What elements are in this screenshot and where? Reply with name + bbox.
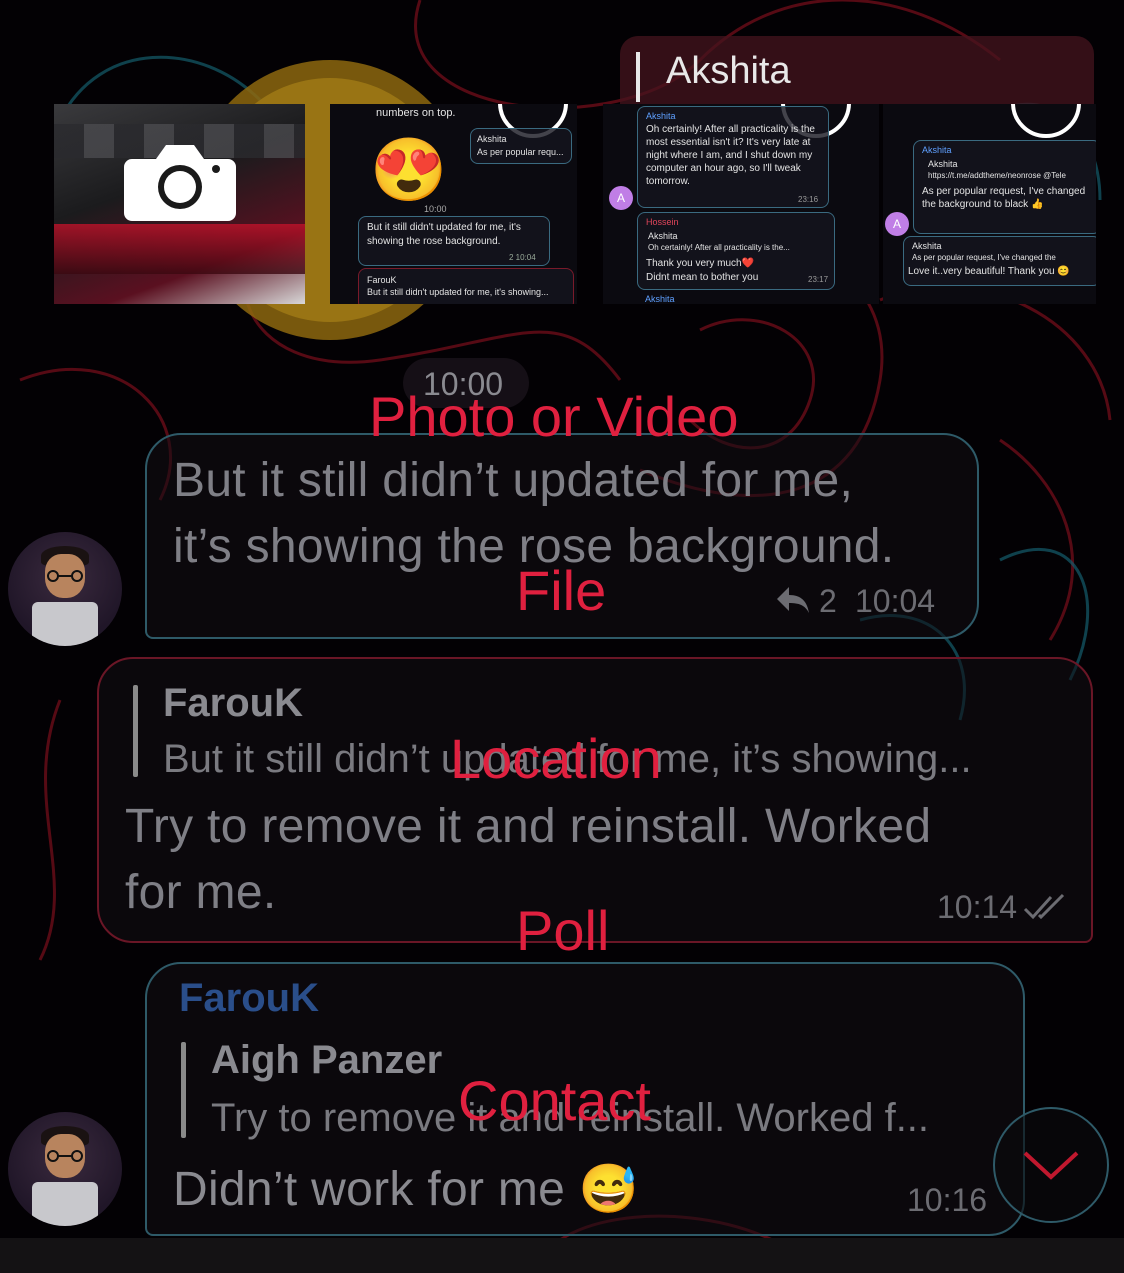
- quote-bar: [133, 685, 138, 777]
- avatar[interactable]: [8, 532, 122, 646]
- reply-count[interactable]: 2: [819, 583, 837, 620]
- quote-name[interactable]: FarouK: [163, 681, 303, 726]
- mini-message-text: But it still didn't updated for me, it's…: [367, 222, 521, 247]
- mini-message-bubble: Akshita Oh certainly! After all practica…: [637, 106, 829, 208]
- mini-time: 10:00: [424, 204, 447, 214]
- gallery-screenshot-tile[interactable]: Akshita Akshita https://t.me/addtheme/ne…: [883, 104, 1096, 304]
- mini-time: 23:16: [798, 195, 819, 204]
- glasses-icon: [47, 570, 83, 582]
- mini-quote-text: As per popular requ...: [477, 147, 564, 157]
- mini-sender: Hossein: [646, 217, 679, 227]
- scroll-to-bottom-button[interactable]: [993, 1107, 1109, 1223]
- heart-eyes-emoji: 😍: [370, 136, 448, 205]
- mini-quote-bubble: Akshita As per popular requ...: [470, 128, 572, 164]
- mini-message-text: As per popular request, I've changed the…: [922, 186, 1086, 210]
- mini-reply-text: But it still didn't updated for me, it's…: [367, 287, 549, 297]
- next-message-edge: [0, 1238, 1124, 1273]
- reply-bar: [636, 52, 640, 102]
- camera-icon[interactable]: [124, 137, 236, 221]
- sender-name[interactable]: FarouK: [179, 976, 319, 1021]
- mini-sender: Akshita: [646, 111, 676, 121]
- mini-sender: Akshita: [645, 294, 675, 304]
- mini-message-bubble: But it still didn't updated for me, it's…: [358, 216, 550, 266]
- mini-message-bubble: Hossein Akshita Oh certainly! After all …: [637, 212, 835, 290]
- reply-preview-header: Akshita: [620, 36, 1094, 104]
- mini-quote-name: Akshita: [477, 134, 507, 144]
- attach-option-location[interactable]: Location: [450, 726, 662, 791]
- mini-meta: 2 10:04: [509, 253, 536, 262]
- attach-option-contact[interactable]: Contact: [458, 1068, 651, 1133]
- attach-option-file[interactable]: File: [516, 558, 606, 623]
- mini-message-text: Thank you very much❤️: [646, 258, 755, 269]
- selection-circle[interactable]: [1011, 104, 1081, 138]
- avatar: A: [885, 212, 909, 236]
- avatar-laptop: [32, 602, 98, 646]
- mini-sender: Akshita: [922, 145, 952, 155]
- mini-text: numbers on top.: [376, 107, 456, 119]
- reply-arrow-icon[interactable]: [775, 585, 811, 615]
- mini-message-text: Oh certainly! After all practicality is …: [646, 124, 815, 187]
- gallery-screenshot-tile[interactable]: numbers on top. Akshita As per popular r…: [330, 104, 577, 304]
- message-text: Didn’t work for me 😅: [173, 1163, 639, 1216]
- mini-message-bubble: Akshita Akshita https://t.me/addtheme/ne…: [913, 140, 1096, 234]
- attach-option-poll[interactable]: Poll: [516, 898, 609, 963]
- message-text: But it still didn’t updated for me,: [173, 454, 854, 507]
- gallery-screenshot-tile[interactable]: Akshita Oh certainly! After all practica…: [603, 104, 879, 304]
- message-time: 10:04: [855, 583, 936, 619]
- quote-name[interactable]: Aigh Panzer: [211, 1038, 442, 1083]
- avatar[interactable]: [8, 1112, 122, 1226]
- mini-reply-bubble: FarouK But it still didn't updated for m…: [358, 268, 574, 304]
- message-time: 10:14: [937, 889, 1018, 925]
- mini-quote-text: https://t.me/addtheme/neonrose @Tele: [928, 171, 1066, 180]
- avatar-laptop: [32, 1182, 98, 1226]
- quote-bar: [181, 1042, 186, 1138]
- mini-time: 23:17: [808, 275, 829, 284]
- mini-quote-text: Oh certainly! After all practicality is …: [648, 243, 790, 252]
- attach-option-photo-video[interactable]: Photo or Video: [369, 384, 738, 449]
- mini-message-text: Didnt mean to bother you: [646, 272, 759, 283]
- mini-message-bubble: Akshita As per popular request, I've cha…: [903, 236, 1096, 286]
- message-time: 10:16: [907, 1182, 988, 1218]
- keyboard-glow: [54, 224, 305, 274]
- reply-name: Akshita: [666, 50, 791, 92]
- glasses-icon: [47, 1150, 83, 1162]
- mini-message-text: Love it..very beautiful! Thank you 😊: [908, 266, 1070, 277]
- message-text: for me.: [125, 866, 277, 919]
- chevron-down-icon: [1023, 1151, 1079, 1180]
- message-text: Try to remove it and reinstall. Worked: [125, 800, 932, 853]
- avatar: A: [609, 186, 633, 210]
- double-check-icon: [1023, 893, 1065, 920]
- mini-quote-text: As per popular request, I've changed the: [912, 253, 1056, 262]
